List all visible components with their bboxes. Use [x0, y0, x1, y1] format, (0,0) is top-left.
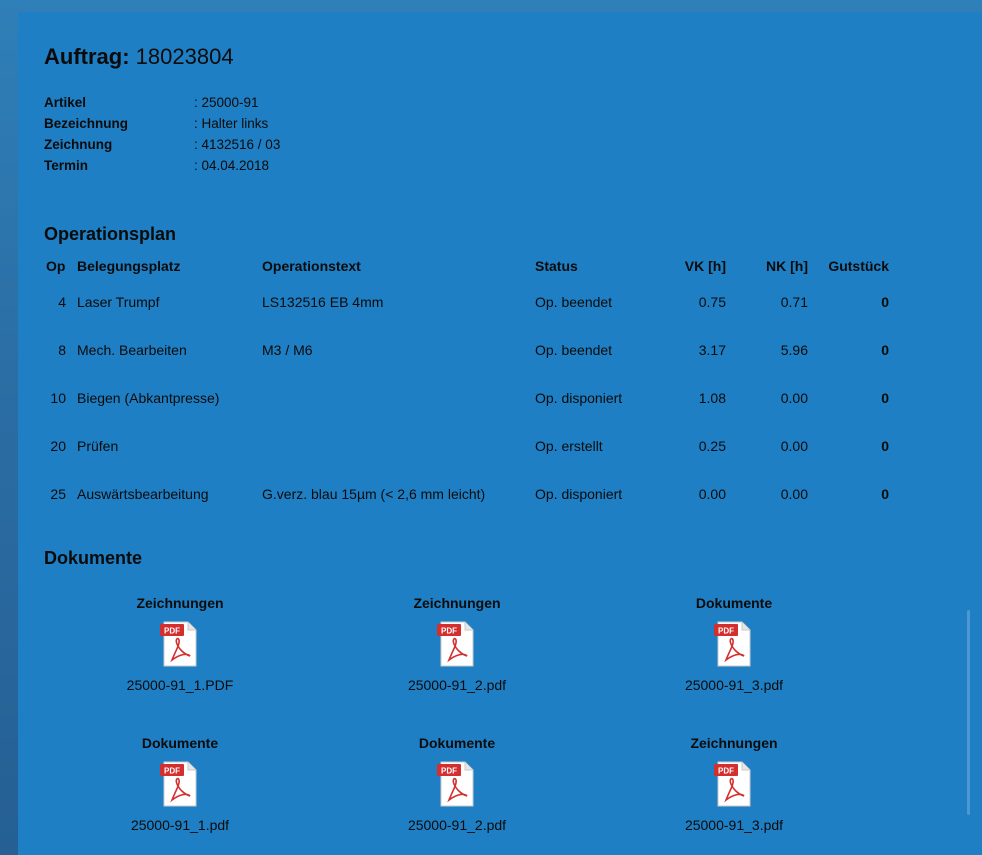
- cell-nk: 0.00: [780, 390, 808, 406]
- cell-status: Op. disponiert: [535, 390, 623, 406]
- col-vk: VK [h]: [684, 258, 726, 274]
- meta-row-bezeichnung: Bezeichnung : Halter links: [44, 113, 280, 134]
- table-row[interactable]: 20 Prüfen Op. erstellt 0.25 0.00 0: [44, 438, 904, 486]
- cell-nk: 0.71: [780, 294, 808, 310]
- pdf-file-icon[interactable]: PDF: [160, 760, 200, 808]
- col-op: Op: [46, 258, 66, 274]
- document-category: Zeichnungen: [413, 595, 501, 611]
- document-filename[interactable]: 25000-91_2.pdf: [347, 814, 567, 836]
- pdf-badge: PDF: [441, 767, 457, 776]
- meta-row-termin: Termin : 04.04.2018: [44, 155, 280, 176]
- document-filename[interactable]: 25000-91_1.pdf: [70, 814, 290, 836]
- document-item[interactable]: Zeichnungen PDF 25000-91_1.PDF: [70, 592, 290, 696]
- cell-belegungsplatz: Laser Trumpf: [77, 294, 160, 310]
- cell-op: 25: [50, 486, 66, 502]
- pdf-file-icon[interactable]: PDF: [714, 620, 754, 668]
- meta-value: : Halter links: [194, 116, 269, 131]
- order-detail-panel: Auftrag: 18023804 Artikel : 25000-91 Bez…: [18, 12, 982, 855]
- pdf-file-icon[interactable]: PDF: [437, 620, 477, 668]
- operations-table: Op Belegungsplatz Operationstext Status …: [44, 258, 904, 534]
- cell-nk: 5.96: [780, 342, 808, 358]
- col-operationstext: Operationstext: [262, 258, 361, 274]
- cell-belegungsplatz: Auswärtsbearbeitung: [77, 486, 209, 502]
- pdf-file-icon[interactable]: PDF: [714, 760, 754, 808]
- document-filename[interactable]: 25000-91_2.pdf: [347, 674, 567, 696]
- table-row[interactable]: 4 Laser Trumpf LS132516 EB 4mm Op. beend…: [44, 294, 904, 342]
- cell-op: 4: [58, 294, 66, 310]
- cell-vk: 0.75: [698, 294, 726, 310]
- document-category: Dokumente: [695, 595, 773, 611]
- document-category: Dokumente: [141, 735, 219, 751]
- cell-gutstueck: 0: [881, 342, 889, 358]
- cell-operationstext: M3 / M6: [262, 342, 313, 358]
- order-number: 18023804: [135, 44, 234, 69]
- col-gutstueck: Gutstück: [828, 258, 889, 274]
- cell-op: 10: [50, 390, 66, 406]
- cell-vk: 0.25: [698, 438, 726, 454]
- cell-operationstext: LS132516 EB 4mm: [262, 294, 384, 310]
- cell-vk: 1.08: [698, 390, 726, 406]
- cell-gutstueck: 0: [881, 294, 889, 310]
- table-header: Op Belegungsplatz Operationstext Status …: [44, 258, 904, 282]
- vertical-scrollbar[interactable]: [967, 610, 970, 815]
- document-item[interactable]: Zeichnungen PDF 25000-91_2.pdf: [347, 592, 567, 696]
- pdf-file-icon[interactable]: PDF: [437, 760, 477, 808]
- pdf-file-icon[interactable]: PDF: [160, 620, 200, 668]
- meta-value: : 4132516 / 03: [194, 137, 281, 152]
- document-category: Zeichnungen: [690, 735, 778, 751]
- meta-key: Termin: [44, 158, 89, 173]
- pdf-badge: PDF: [441, 627, 457, 636]
- document-category: Zeichnungen: [136, 595, 224, 611]
- table-row[interactable]: 8 Mech. Bearbeiten M3 / M6 Op. beendet 3…: [44, 342, 904, 390]
- meta-key: Zeichnung: [44, 137, 113, 152]
- meta-row-zeichnung: Zeichnung : 4132516 / 03: [44, 134, 280, 155]
- operations-heading: Operationsplan: [44, 224, 177, 244]
- cell-belegungsplatz: Mech. Bearbeiten: [77, 342, 187, 358]
- cell-gutstueck: 0: [881, 486, 889, 502]
- page-title: Auftrag: 18023804: [44, 44, 234, 70]
- cell-nk: 0.00: [780, 438, 808, 454]
- order-label: Auftrag:: [44, 44, 130, 69]
- cell-operationstext: G.verz. blau 15µm (< 2,6 mm leicht): [262, 486, 486, 502]
- cell-nk: 0.00: [780, 486, 808, 502]
- cell-belegungsplatz: Prüfen: [77, 438, 119, 454]
- cell-status: Op. beendet: [535, 294, 613, 310]
- document-item[interactable]: Zeichnungen PDF 25000-91_3.pdf: [624, 732, 844, 836]
- cell-status: Op. disponiert: [535, 486, 623, 502]
- documents-heading: Dokumente: [44, 548, 143, 568]
- pdf-badge: PDF: [718, 767, 734, 776]
- document-category: Dokumente: [418, 735, 496, 751]
- cell-status: Op. erstellt: [535, 438, 603, 454]
- document-item[interactable]: Dokumente PDF 25000-91_2.pdf: [347, 732, 567, 836]
- cell-op: 20: [50, 438, 66, 454]
- table-row[interactable]: 10 Biegen (Abkantpresse) Op. disponiert …: [44, 390, 904, 438]
- cell-vk: 3.17: [698, 342, 726, 358]
- cell-status: Op. beendet: [535, 342, 613, 358]
- document-filename[interactable]: 25000-91_3.pdf: [624, 814, 844, 836]
- meta-key: Bezeichnung: [44, 116, 129, 131]
- pdf-badge: PDF: [718, 627, 734, 636]
- col-belegungsplatz: Belegungsplatz: [77, 258, 181, 274]
- meta-value: : 04.04.2018: [194, 158, 270, 173]
- cell-belegungsplatz: Biegen (Abkantpresse): [77, 390, 220, 406]
- meta-key: Artikel: [44, 95, 87, 110]
- order-meta: Artikel : 25000-91 Bezeichnung : Halter …: [44, 92, 280, 176]
- cell-gutstueck: 0: [881, 390, 889, 406]
- cell-op: 8: [58, 342, 66, 358]
- document-filename[interactable]: 25000-91_1.PDF: [70, 674, 290, 696]
- meta-row-artikel: Artikel : 25000-91: [44, 92, 280, 113]
- col-status: Status: [535, 258, 578, 274]
- meta-value: : 25000-91: [194, 95, 259, 110]
- cell-gutstueck: 0: [881, 438, 889, 454]
- pdf-badge: PDF: [164, 627, 180, 636]
- table-row[interactable]: 25 Auswärtsbearbeitung G.verz. blau 15µm…: [44, 486, 904, 534]
- cell-vk: 0.00: [698, 486, 726, 502]
- col-nk: NK [h]: [766, 258, 808, 274]
- document-filename[interactable]: 25000-91_3.pdf: [624, 674, 844, 696]
- document-item[interactable]: Dokumente PDF 25000-91_3.pdf: [624, 592, 844, 696]
- pdf-badge: PDF: [164, 767, 180, 776]
- document-item[interactable]: Dokumente PDF 25000-91_1.pdf: [70, 732, 290, 836]
